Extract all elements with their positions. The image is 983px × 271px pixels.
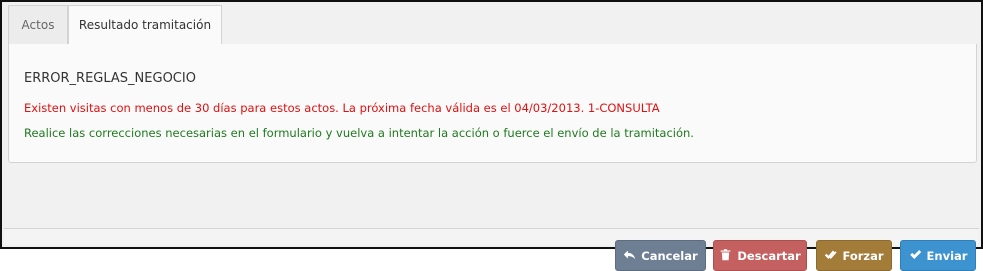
trash-icon xyxy=(719,248,732,264)
error-code-title: ERROR_REGLAS_NEGOCIO xyxy=(24,71,196,86)
window-frame: Actos Resultado tramitación ERROR_REGLAS… xyxy=(0,0,983,249)
error-message: Existen visitas con menos de 30 días par… xyxy=(24,101,660,115)
discard-button[interactable]: Descartar xyxy=(713,240,807,271)
reply-arrow-icon xyxy=(623,248,636,264)
cancel-button[interactable]: Cancelar xyxy=(615,240,706,271)
double-check-icon xyxy=(824,248,838,264)
send-button[interactable]: Enviar xyxy=(900,240,976,271)
discard-button-label: Descartar xyxy=(737,248,801,263)
result-panel: ERROR_REGLAS_NEGOCIO Existen visitas con… xyxy=(8,44,977,163)
check-icon xyxy=(909,248,922,264)
force-button-label: Forzar xyxy=(842,248,884,263)
tab-actos-label: Actos xyxy=(21,18,55,32)
cancel-button-label: Cancelar xyxy=(641,248,698,263)
force-button[interactable]: Forzar xyxy=(816,240,892,271)
tab-actos[interactable]: Actos xyxy=(8,5,68,44)
tab-resultado-label: Resultado tramitación xyxy=(78,18,212,32)
tab-bar: Actos Resultado tramitación xyxy=(8,5,975,45)
tab-resultado-tramitacion[interactable]: Resultado tramitación xyxy=(68,5,222,45)
send-button-label: Enviar xyxy=(926,248,968,263)
hint-message: Realice las correcciones necesarias en e… xyxy=(24,126,694,140)
